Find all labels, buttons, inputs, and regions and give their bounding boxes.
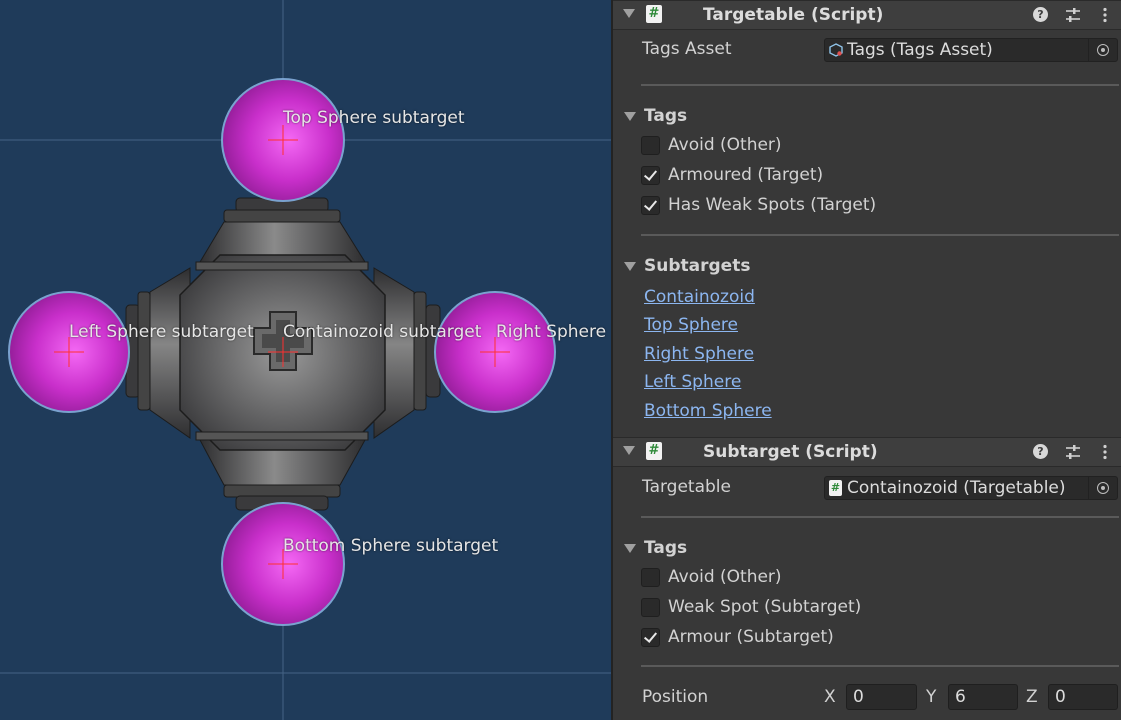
kebab-menu-icon[interactable] bbox=[1096, 443, 1114, 461]
subtarget-link-containozoid[interactable]: Containozoid bbox=[644, 287, 755, 307]
fold-arrow-icon[interactable] bbox=[623, 9, 635, 18]
component-title: Subtarget (Script) bbox=[703, 442, 878, 462]
subtarget-link-top-sphere[interactable]: Top Sphere bbox=[644, 315, 738, 335]
top-sphere-label: Top Sphere subtarget bbox=[283, 108, 465, 128]
bottom-sphere-label: Bottom Sphere subtarget bbox=[283, 536, 499, 556]
fold-arrow-icon[interactable] bbox=[624, 544, 636, 553]
tag-label: Armour (Subtarget) bbox=[668, 627, 834, 647]
separator bbox=[641, 516, 1119, 518]
help-icon[interactable]: ? bbox=[1033, 444, 1048, 459]
object-picker-icon[interactable] bbox=[1088, 477, 1117, 499]
scene-view[interactable]: Top Sphere subtarget Left Sphere subtarg… bbox=[0, 0, 611, 720]
targetable-field[interactable]: # Containozoid (Targetable) bbox=[824, 476, 1118, 500]
kebab-menu-icon[interactable] bbox=[1096, 6, 1114, 24]
separator bbox=[641, 665, 1119, 667]
position-x-field[interactable]: 0 bbox=[846, 684, 917, 710]
subtarget-link-right-sphere[interactable]: Right Sphere bbox=[644, 344, 754, 364]
tag-checkbox-avoid[interactable] bbox=[641, 568, 660, 587]
component-title: Targetable (Script) bbox=[703, 5, 884, 25]
tag-checkbox-armour[interactable] bbox=[641, 628, 660, 647]
fold-arrow-icon[interactable] bbox=[623, 446, 635, 455]
tags-asset-value: Tags (Tags Asset) bbox=[847, 40, 993, 60]
subtargets-section-title: Subtargets bbox=[644, 256, 751, 276]
tag-label: Weak Spot (Subtarget) bbox=[668, 597, 862, 617]
subtarget-link-left-sphere[interactable]: Left Sphere bbox=[644, 372, 741, 392]
inspector-panel: # Targetable (Script) ? Tags Asset Tags … bbox=[611, 0, 1121, 720]
tag-label: Armoured (Target) bbox=[668, 165, 824, 185]
tags-section-title: Tags bbox=[644, 106, 688, 126]
tag-label: Avoid (Other) bbox=[668, 135, 782, 155]
position-z-label: Z bbox=[1026, 687, 1038, 707]
script-icon: # bbox=[829, 480, 842, 496]
tag-label: Has Weak Spots (Target) bbox=[668, 195, 877, 215]
tag-checkbox-has-weak-spots[interactable] bbox=[641, 196, 660, 215]
object-picker-icon[interactable] bbox=[1088, 39, 1117, 61]
fold-arrow-icon[interactable] bbox=[624, 112, 636, 121]
tag-checkbox-avoid[interactable] bbox=[641, 136, 660, 155]
preset-icon[interactable] bbox=[1064, 6, 1082, 24]
subtarget-link-bottom-sphere[interactable]: Bottom Sphere bbox=[644, 401, 772, 421]
tags-asset-icon bbox=[829, 43, 843, 57]
targetable-label: Targetable bbox=[642, 477, 731, 497]
tag-label: Avoid (Other) bbox=[668, 567, 782, 587]
tags-section-title: Tags bbox=[644, 538, 688, 558]
script-icon: # bbox=[646, 442, 662, 460]
position-z-field[interactable]: 0 bbox=[1048, 684, 1118, 710]
targetable-value: Containozoid (Targetable) bbox=[847, 478, 1066, 498]
script-icon: # bbox=[646, 5, 662, 23]
tag-checkbox-armoured[interactable] bbox=[641, 166, 660, 185]
separator bbox=[641, 234, 1119, 236]
subtarget-component-header[interactable]: # Subtarget (Script) ? bbox=[613, 437, 1121, 467]
position-y-field[interactable]: 6 bbox=[948, 684, 1018, 710]
left-sphere-label: Left Sphere subtarget bbox=[69, 322, 254, 342]
preset-icon[interactable] bbox=[1064, 443, 1082, 461]
containozoid-label: Containozoid subtarget bbox=[283, 322, 482, 342]
separator bbox=[641, 84, 1119, 86]
right-sphere-label: Right Sphere bbox=[496, 322, 607, 342]
position-x-label: X bbox=[824, 687, 836, 707]
position-label: Position bbox=[642, 687, 709, 707]
help-icon[interactable]: ? bbox=[1033, 7, 1048, 22]
position-y-label: Y bbox=[926, 687, 937, 707]
tags-asset-label: Tags Asset bbox=[642, 39, 732, 59]
targetable-component-header[interactable]: # Targetable (Script) ? bbox=[613, 0, 1121, 30]
tags-asset-field[interactable]: Tags (Tags Asset) bbox=[824, 38, 1118, 62]
fold-arrow-icon[interactable] bbox=[624, 262, 636, 271]
tag-checkbox-weak-spot[interactable] bbox=[641, 598, 660, 617]
